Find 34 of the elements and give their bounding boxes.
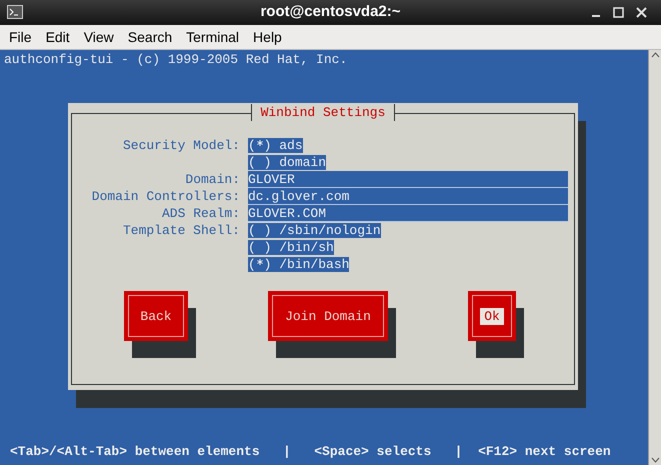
scroll-down-icon[interactable]	[650, 457, 660, 463]
field-label: Template Shell:	[122, 223, 240, 238]
menu-item[interactable]: Help	[247, 26, 288, 48]
menu-item[interactable]: File	[3, 26, 38, 48]
radio-option[interactable]: ( ) /bin/sh	[248, 240, 334, 255]
radio-option[interactable]: ( ) ads	[248, 138, 303, 153]
status-line: <Tab>/<Alt-Tab> between elements | <Space> selects | <F12> next screen	[10, 444, 611, 459]
radio-mark-icon	[256, 140, 263, 146]
input-field[interactable]: dc.glover.com	[248, 188, 568, 205]
window-title: root@centosvda2:~	[260, 2, 401, 22]
dialog-button[interactable]: Join Domain	[268, 291, 388, 341]
terminal-icon	[7, 5, 23, 19]
maximize-icon[interactable]	[613, 7, 624, 18]
field-label: Domain:	[185, 172, 240, 187]
scroll-up-icon[interactable]	[650, 52, 660, 58]
input-field[interactable]: GLOVER	[248, 171, 568, 188]
radio-mark-icon	[256, 259, 263, 265]
terminal-header-text: authconfig-tui - (c) 1999-2005 Red Hat, Inc.	[4, 52, 348, 67]
scrollbar[interactable]	[648, 50, 661, 465]
field-label: ADS Realm:	[162, 206, 240, 221]
menu-item[interactable]: View	[78, 26, 120, 48]
menu-item[interactable]: Search	[122, 26, 178, 48]
dialog-title: Winbind Settings	[250, 104, 396, 121]
close-icon[interactable]	[636, 7, 647, 18]
menu-item[interactable]: Terminal	[180, 26, 246, 48]
radio-option[interactable]: ( ) domain	[248, 155, 326, 170]
dialog-button[interactable]: Ok	[468, 291, 516, 341]
input-field[interactable]: GLOVER.COM	[248, 205, 568, 222]
menu-item[interactable]: Edit	[40, 26, 76, 48]
field-label: Domain Controllers:	[92, 189, 240, 204]
field-label: Security Model:	[122, 138, 240, 153]
dialog-button[interactable]: Back	[124, 291, 188, 341]
radio-option[interactable]: ( ) /bin/bash	[248, 257, 350, 272]
radio-option[interactable]: ( ) /sbin/nologin	[248, 223, 381, 238]
